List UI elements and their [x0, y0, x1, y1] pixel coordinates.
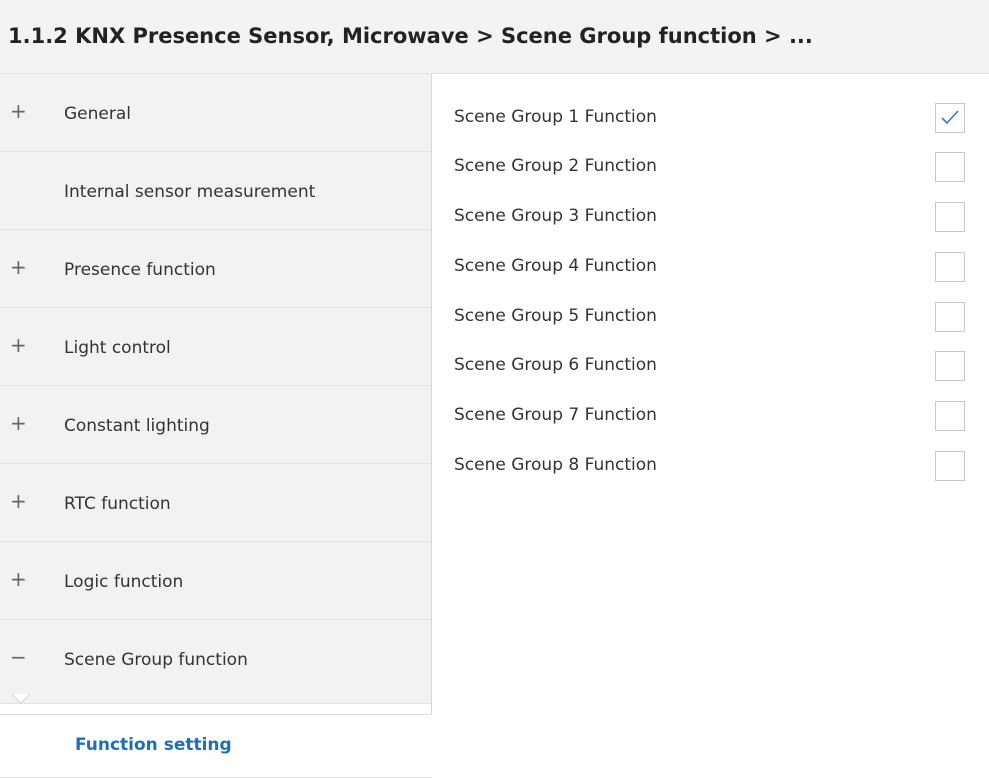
sidebar-item-label: RTC function [64, 494, 171, 514]
plus-icon[interactable]: + [10, 412, 27, 434]
scene-group-6-checkbox[interactable] [935, 351, 965, 381]
scene-group-8-row: Scene Group 8 Function [432, 439, 989, 489]
sidebar-item-general[interactable]: + General [0, 74, 431, 152]
scene-group-1-row: Scene Group 1 Function [432, 91, 989, 141]
sidebar-item-rtc-function[interactable]: + RTC function [0, 464, 431, 542]
sidebar-item-label: Scene Group function [64, 650, 248, 670]
header-bar: 1.1.2 KNX Presence Sensor, Microwave > S… [0, 0, 989, 74]
scene-group-1-checkbox[interactable] [935, 103, 965, 133]
scene-group-5-label: Scene Group 5 Function [454, 306, 657, 326]
plus-icon[interactable]: + [10, 490, 27, 512]
minus-icon[interactable]: − [10, 646, 27, 668]
scene-group-1-label: Scene Group 1 Function [454, 107, 657, 127]
sidebar-item-label: Constant lighting [64, 416, 210, 436]
plus-icon[interactable]: + [10, 100, 27, 122]
sidebar-item-label: Logic function [64, 572, 184, 592]
scene-group-2-row: Scene Group 2 Function [432, 140, 989, 190]
scene-group-4-label: Scene Group 4 Function [454, 256, 657, 276]
checkmark-icon [941, 110, 959, 125]
sidebar-item-presence-function[interactable]: + Presence function [0, 230, 431, 308]
sidebar-item-label: General [64, 104, 131, 124]
sidebar-item-light-control[interactable]: + Light control [0, 308, 431, 386]
sidebar-item-scene-group-function[interactable]: − Scene Group function [0, 620, 431, 704]
breadcrumb-title: 1.1.2 KNX Presence Sensor, Microwave > S… [8, 24, 813, 48]
sidebar: + General Internal sensor measurement + … [0, 74, 432, 778]
scene-group-7-row: Scene Group 7 Function [432, 389, 989, 439]
sidebar-item-label: Light control [64, 338, 171, 358]
sidebar-item-label: Presence function [64, 260, 216, 280]
scene-group-3-row: Scene Group 3 Function [432, 190, 989, 240]
scene-group-7-checkbox[interactable] [935, 401, 965, 431]
scene-group-2-label: Scene Group 2 Function [454, 156, 657, 176]
scene-group-4-checkbox[interactable] [935, 252, 965, 282]
scene-group-6-label: Scene Group 6 Function [454, 355, 657, 375]
sidebar-subitem-label: Function setting [75, 735, 232, 755]
scene-group-8-label: Scene Group 8 Function [454, 455, 657, 475]
plus-icon[interactable]: + [10, 256, 27, 278]
scene-group-6-row: Scene Group 6 Function [432, 339, 989, 389]
scene-group-5-checkbox[interactable] [935, 302, 965, 332]
sidebar-item-logic-function[interactable]: + Logic function [0, 542, 431, 620]
expanded-notch-icon [12, 694, 30, 704]
parameter-panel: Scene Group 1 Function Scene Group 2 Fun… [432, 74, 989, 778]
sidebar-item-constant-lighting[interactable]: + Constant lighting [0, 386, 431, 464]
sidebar-item-label: Internal sensor measurement [64, 182, 316, 202]
scene-group-7-label: Scene Group 7 Function [454, 405, 657, 425]
scene-group-8-checkbox[interactable] [935, 451, 965, 481]
scene-group-3-label: Scene Group 3 Function [454, 206, 657, 226]
scene-group-5-row: Scene Group 5 Function [432, 290, 989, 340]
scene-group-4-row: Scene Group 4 Function [432, 240, 989, 290]
plus-icon[interactable]: + [10, 568, 27, 590]
plus-icon[interactable]: + [10, 334, 27, 356]
scene-group-2-checkbox[interactable] [935, 152, 965, 182]
scene-group-3-checkbox[interactable] [935, 202, 965, 232]
sidebar-subitem-function-setting[interactable]: Function setting [0, 714, 432, 778]
sidebar-item-internal-sensor-measurement[interactable]: Internal sensor measurement [0, 152, 431, 230]
